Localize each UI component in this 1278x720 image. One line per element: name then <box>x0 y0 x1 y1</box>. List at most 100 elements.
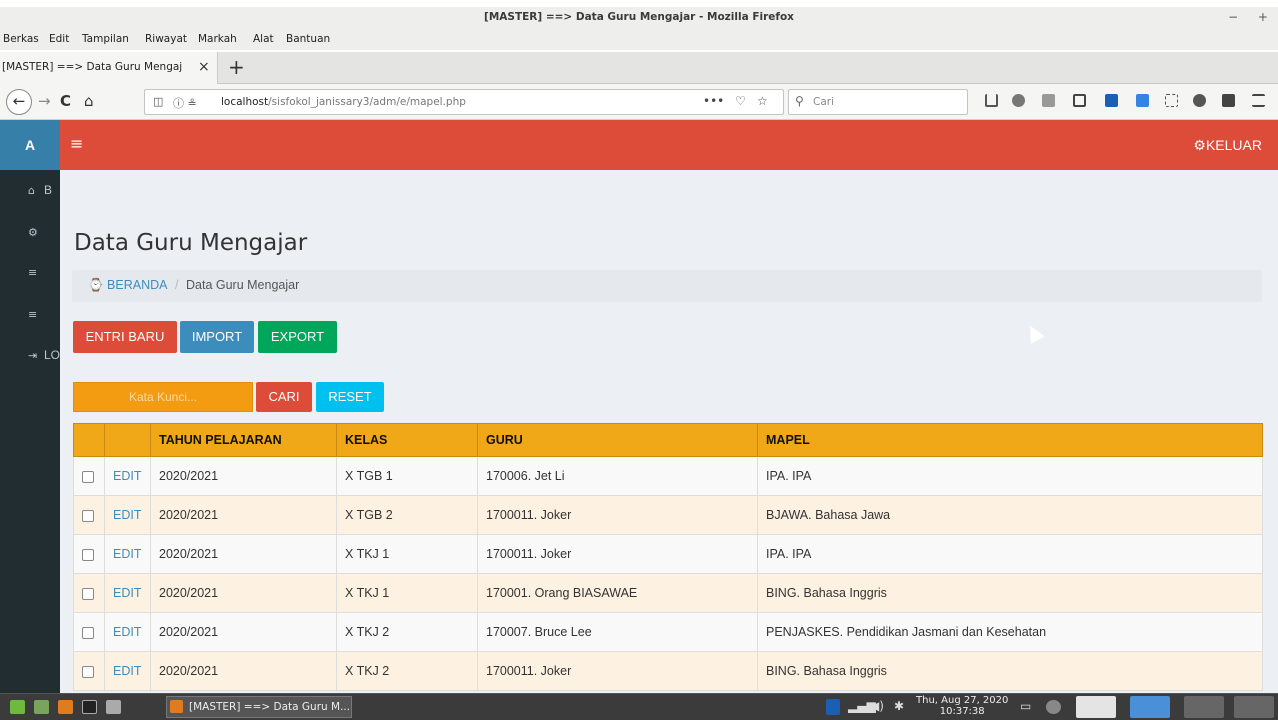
extension-icon[interactable] <box>1012 94 1025 107</box>
bookmark-star-icon[interactable]: ☆ <box>757 94 768 108</box>
logout-label: KELUAR <box>1205 137 1262 153</box>
site-info-icon[interactable]: ⓘ ≗ <box>173 95 197 111</box>
taskbar-window-firefox[interactable]: [MASTER] ==> Data Guru M... <box>166 696 352 718</box>
sidebar-icon[interactable] <box>1073 94 1086 107</box>
search-bar[interactable]: ⚲ Cari <box>788 89 968 115</box>
signout-icon[interactable]: ⇥ <box>28 349 39 362</box>
gears-icon[interactable]: ⚙ <box>28 226 39 239</box>
pocket-icon[interactable]: ♡ <box>735 94 746 108</box>
back-icon[interactable]: ← <box>6 89 32 115</box>
cell-kelas: X TGB 2 <box>336 495 478 535</box>
search-button[interactable]: CARI <box>256 382 312 412</box>
page-actions-icon[interactable]: ••• <box>703 94 724 108</box>
row-checkbox[interactable] <box>82 548 94 561</box>
sidebar-toggle-icon[interactable]: ≡ <box>70 134 83 153</box>
window-titlebar: [MASTER] ==> Data Guru Mengajar - Mozill… <box>0 0 1278 32</box>
entri-baru-button[interactable]: ENTRI BARU <box>73 321 177 353</box>
column-header-mapel[interactable]: MAPEL <box>757 423 1263 457</box>
update-icon[interactable] <box>1046 700 1061 714</box>
zoom-icon[interactable] <box>1136 94 1149 107</box>
sidebar-item-beranda[interactable]: B <box>44 183 52 197</box>
breadcrumb-current: Data Guru Mengajar <box>186 278 300 292</box>
workspace-4[interactable] <box>1234 696 1274 718</box>
menu-berkas[interactable]: Berkas <box>3 33 39 45</box>
column-header-kelas[interactable]: KELAS <box>336 423 478 457</box>
sidebar-item-logout[interactable]: LO <box>44 348 60 362</box>
app-logo[interactable]: A <box>0 120 60 170</box>
row-checkbox[interactable] <box>82 509 94 522</box>
tracking-shield-icon[interactable]: ◫ <box>153 95 163 108</box>
reader-icon[interactable] <box>1042 94 1055 107</box>
url-bar[interactable]: ◫ ⓘ ≗ localhost/sisfokol_janissary3/adm/… <box>144 89 784 115</box>
row-checkbox[interactable] <box>82 665 94 678</box>
import-button[interactable]: IMPORT <box>180 321 254 353</box>
row-checkbox[interactable] <box>82 470 94 483</box>
menu-alat[interactable]: Alat <box>253 33 274 45</box>
edit-link[interactable]: EDIT <box>104 612 151 652</box>
logout-button[interactable]: ⚙KELUAR <box>1193 137 1262 154</box>
edit-link[interactable]: EDIT <box>104 573 151 613</box>
reset-button[interactable]: RESET <box>316 382 384 412</box>
menu-markah[interactable]: Markah <box>198 33 237 45</box>
table-row: EDIT 2020/2021 X TKJ 1 170001. Orang BIA… <box>73 573 1263 613</box>
table-row: EDIT 2020/2021 X TGB 1 170006. Jet Li IP… <box>73 456 1263 496</box>
forward-icon[interactable]: → <box>38 92 51 110</box>
cell-guru: 170001. Orang BIASAWAE <box>477 573 758 613</box>
clock[interactable]: Thu, Aug 27, 2020 10:37:38 <box>916 695 1008 717</box>
reload-icon[interactable]: C <box>60 92 71 110</box>
tab-close-icon[interactable]: × <box>198 59 210 75</box>
home-icon[interactable]: ⌂ <box>84 92 94 110</box>
search-input[interactable]: Kata Kunci... <box>73 382 253 412</box>
edit-link[interactable]: EDIT <box>104 456 151 496</box>
workspace-1[interactable] <box>1076 696 1116 718</box>
column-header-guru[interactable]: GURU <box>477 423 758 457</box>
cell-tahun: 2020/2021 <box>150 573 337 613</box>
account-icon[interactable] <box>1193 94 1206 107</box>
database-icon[interactable]: ≡ <box>28 266 39 279</box>
menu-bantuan[interactable]: Bantuan <box>286 33 330 45</box>
new-tab-icon[interactable]: + <box>228 55 245 79</box>
main-content: Data Guru Mengajar ⌚ BERANDA / Data Guru… <box>60 170 1278 693</box>
workspace-3[interactable] <box>1184 696 1224 718</box>
volume-icon[interactable]: ◀) <box>870 699 884 713</box>
column-header-tahun[interactable]: TAHUN PELAJARAN <box>150 423 337 457</box>
hamburger-menu-icon[interactable] <box>1252 94 1265 107</box>
url-text[interactable]: localhost/sisfokol_janissary3/adm/e/mape… <box>221 96 466 108</box>
edit-link[interactable]: EDIT <box>104 495 151 535</box>
edit-link[interactable]: EDIT <box>104 651 151 691</box>
home-icon[interactable]: ⌂ <box>28 184 39 197</box>
export-button[interactable]: EXPORT <box>258 321 337 353</box>
library-icon[interactable] <box>985 94 998 107</box>
workspace-2[interactable] <box>1130 696 1170 718</box>
cell-kelas: X TKJ 2 <box>336 651 478 691</box>
lock-icon[interactable] <box>1222 94 1235 107</box>
menu-tampilan[interactable]: Tampilan <box>82 33 129 45</box>
database-icon[interactable]: ≡ <box>28 308 39 321</box>
edit-link[interactable]: EDIT <box>104 534 151 574</box>
cell-guru: 1700011. Joker <box>477 534 758 574</box>
row-checkbox[interactable] <box>82 587 94 600</box>
cell-kelas: X TGB 1 <box>336 456 478 496</box>
cell-kelas: X TKJ 1 <box>336 534 478 574</box>
download-icon[interactable] <box>1105 94 1118 107</box>
menu-riwayat[interactable]: Riwayat <box>145 33 187 45</box>
bluetooth-icon[interactable] <box>826 699 840 715</box>
breadcrumb-home[interactable]: ⌚ BERANDA <box>88 278 167 293</box>
menu-edit[interactable]: Edit <box>49 33 69 45</box>
terminal-icon[interactable] <box>82 700 97 714</box>
window-controls[interactable]: − + <box>1228 10 1276 24</box>
cell-kelas: X TKJ 2 <box>336 612 478 652</box>
firefox-launcher-icon[interactable] <box>58 700 73 714</box>
cell-guru: 1700011. Joker <box>477 651 758 691</box>
start-menu-icon[interactable] <box>10 700 25 714</box>
tab-bar: [MASTER] ==> Data Guru Mengaj × + <box>0 52 1278 85</box>
bluetooth-status-icon[interactable]: ✱ <box>894 699 904 713</box>
row-checkbox[interactable] <box>82 626 94 639</box>
files-icon[interactable] <box>106 700 121 714</box>
battery-icon[interactable]: ▭ <box>1020 699 1031 713</box>
qr-icon[interactable] <box>1165 94 1178 107</box>
show-desktop-icon[interactable] <box>34 700 49 714</box>
table-row: EDIT 2020/2021 X TKJ 2 1700011. Joker BI… <box>73 651 1263 691</box>
tab-active[interactable]: [MASTER] ==> Data Guru Mengaj × <box>0 52 218 85</box>
navigation-toolbar: ← → C ⌂ ◫ ⓘ ≗ localhost/sisfokol_janissa… <box>0 84 1278 120</box>
